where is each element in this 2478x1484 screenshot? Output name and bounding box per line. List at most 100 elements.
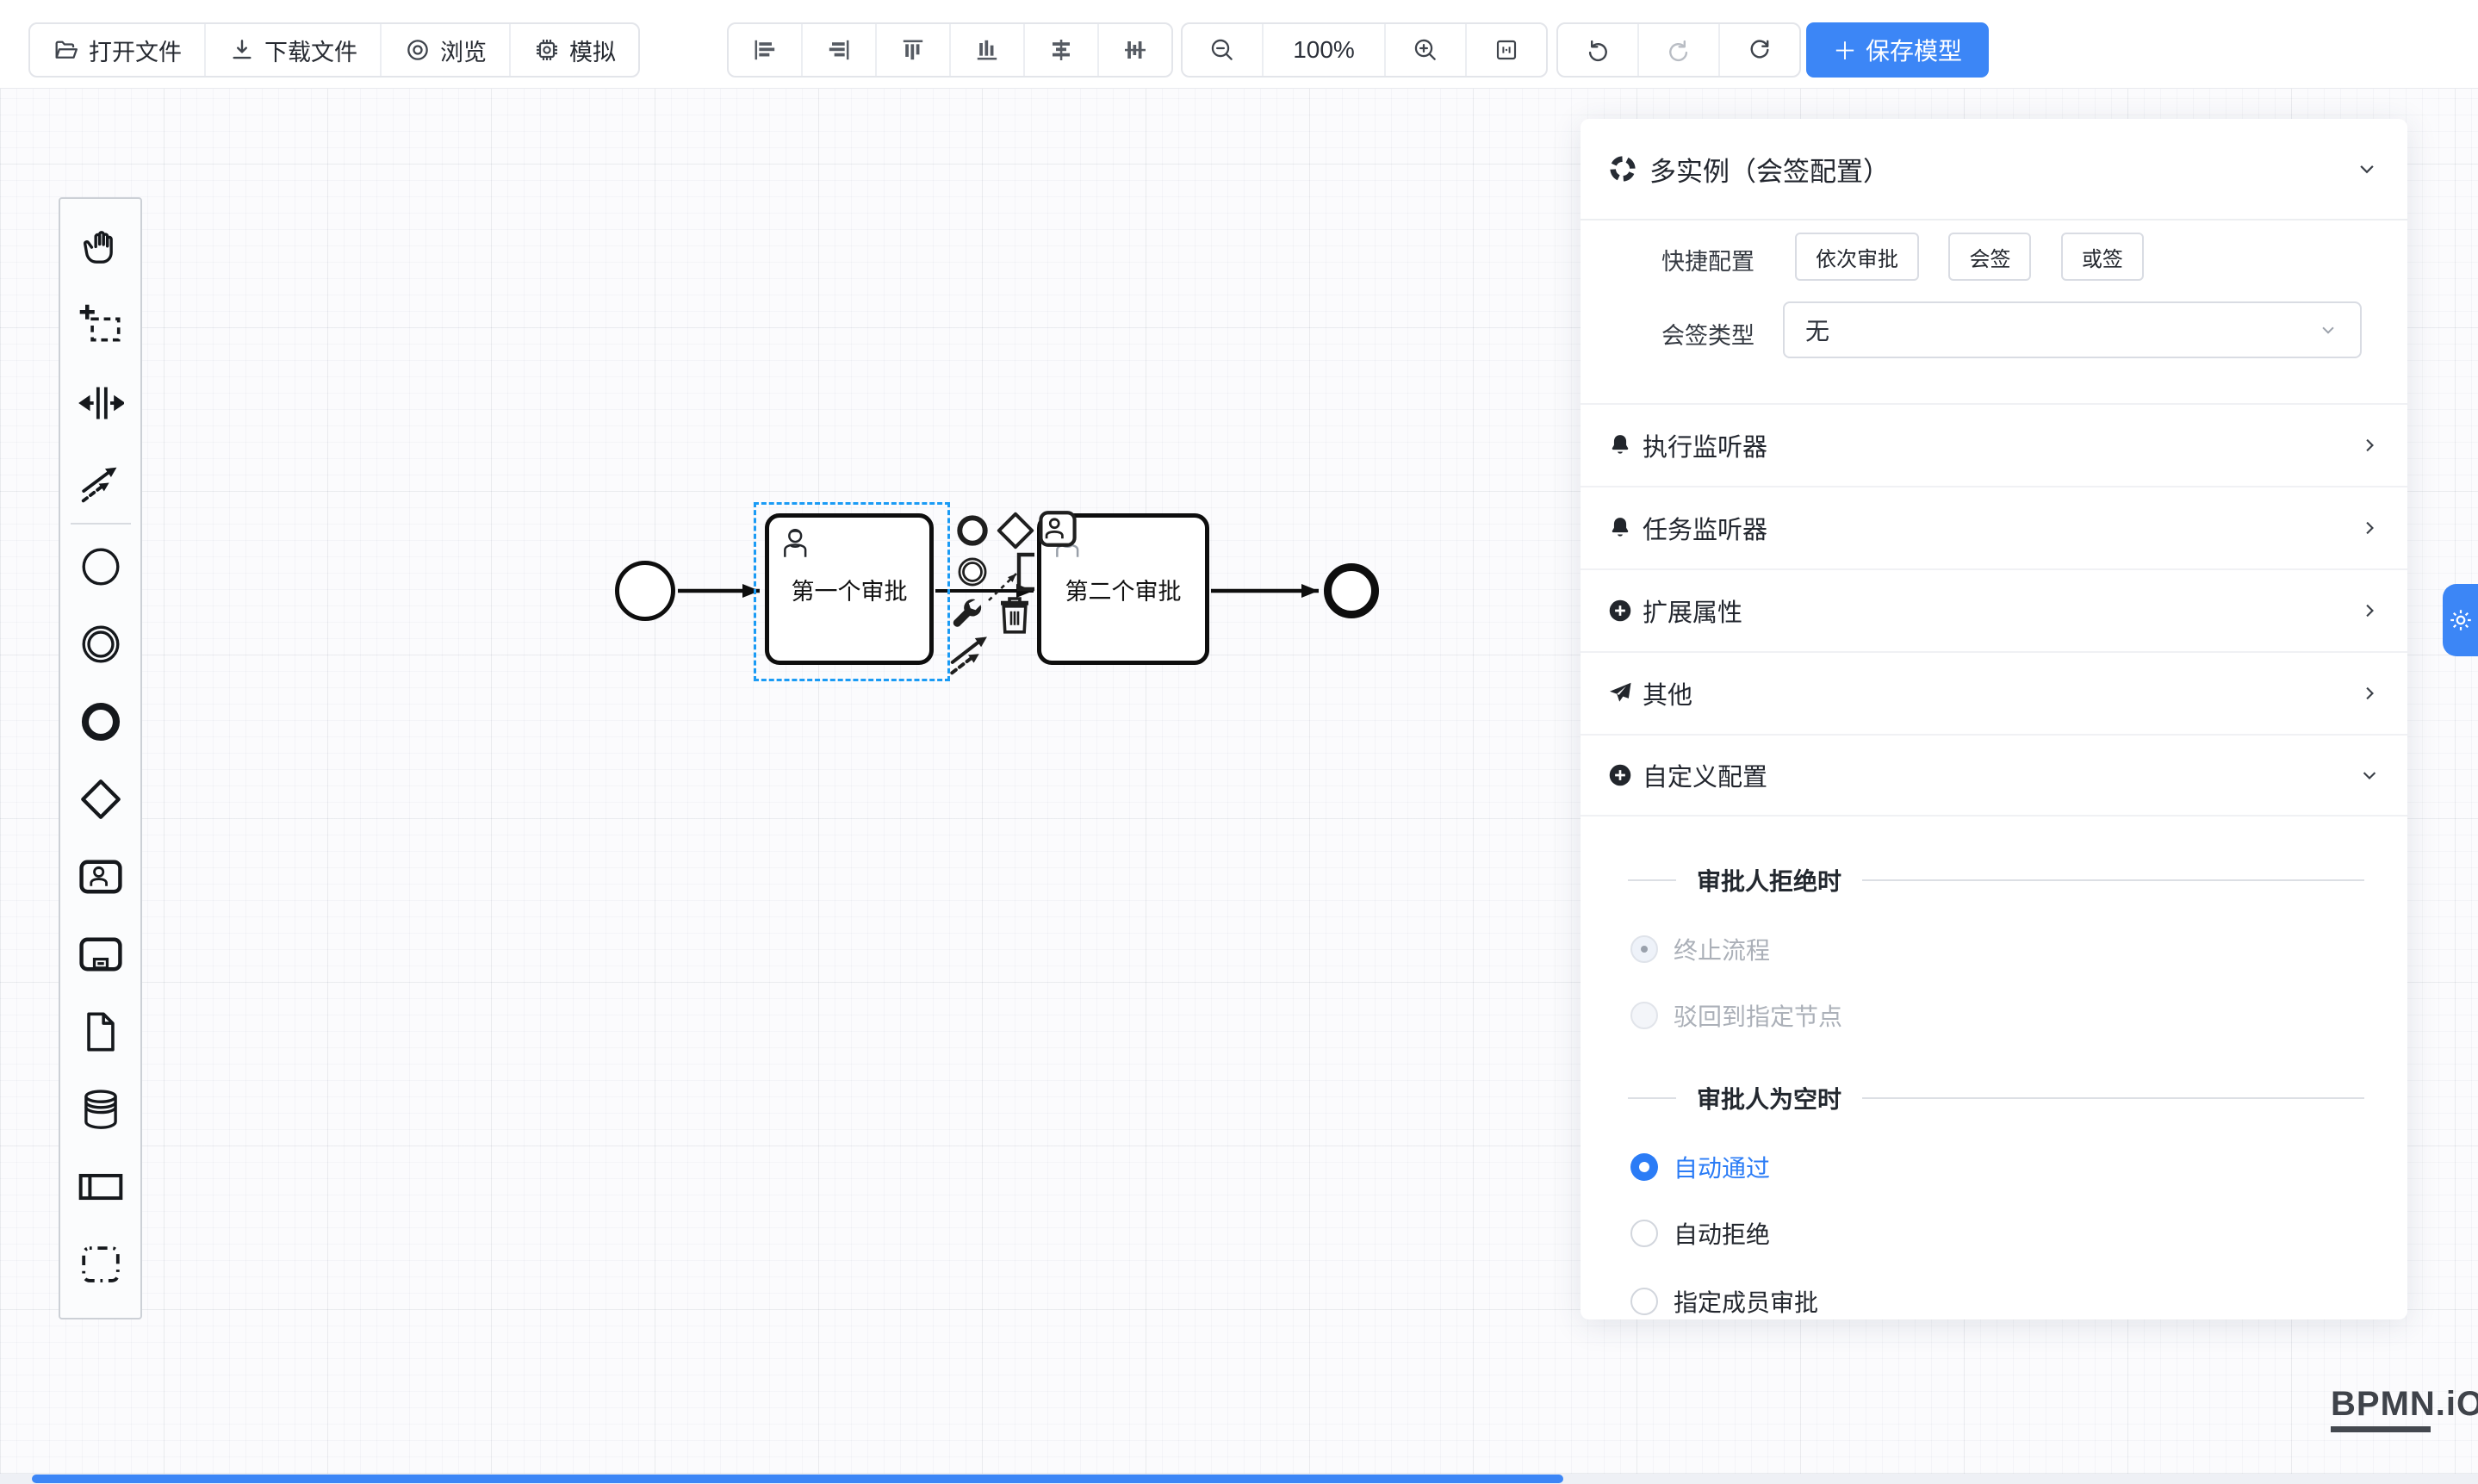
reset-button[interactable] [1718, 24, 1799, 76]
settings-side-tab[interactable] [2443, 584, 2478, 656]
section-extended-properties[interactable]: 扩展属性 [1581, 568, 2407, 651]
user-task-icon [77, 853, 125, 901]
chevron-down-icon [2317, 319, 2339, 341]
align-right-button[interactable] [801, 24, 875, 76]
redo-button[interactable] [1637, 24, 1718, 76]
panel-header-multi-instance[interactable]: 多实例（会签配置） [1581, 119, 2407, 220]
space-tool[interactable] [64, 364, 138, 442]
align-top-icon [899, 36, 927, 64]
toolbar-history-group [1556, 22, 1801, 78]
download-file-label: 下载文件 [264, 34, 357, 67]
align-top-button[interactable] [875, 24, 949, 76]
panel-title: 多实例（会签配置） [1649, 150, 2354, 189]
radio-auto-reject[interactable]: 自动拒绝 [1630, 1216, 1770, 1251]
plus-circle-icon [1606, 597, 1634, 624]
palette-data-store[interactable] [64, 1071, 138, 1148]
bell-icon [1606, 432, 1634, 459]
countersign-type-label: 会签类型 [1599, 317, 1754, 351]
palette-end-event[interactable] [64, 683, 138, 761]
align-bottom-button[interactable] [949, 24, 1023, 76]
zoom-in-button[interactable] [1386, 24, 1465, 76]
chip-icon [533, 36, 561, 64]
zoom-out-button[interactable] [1183, 24, 1262, 76]
reset-icon [1746, 36, 1773, 64]
bell-icon [1606, 514, 1634, 542]
save-model-label: 保存模型 [1866, 33, 1962, 67]
hand-tool[interactable] [64, 209, 138, 287]
radio-circle[interactable] [1630, 1220, 1658, 1247]
append-text-annotation-icon[interactable] [1015, 552, 1037, 592]
bpmn-io-logo-underline [2331, 1426, 2431, 1432]
palette-user-task[interactable] [64, 838, 138, 916]
append-gateway-icon[interactable] [994, 509, 1037, 552]
append-user-task-icon[interactable] [1036, 507, 1079, 550]
radio-label: 自动拒绝 [1674, 1216, 1770, 1251]
append-end-event-icon[interactable] [954, 512, 991, 549]
quick-option-orsign[interactable]: 或签 [2061, 233, 2144, 281]
save-model-button[interactable]: ＋ 保存模型 [1806, 22, 1989, 78]
palette-group[interactable] [64, 1226, 138, 1303]
open-file-label: 打开文件 [89, 34, 182, 67]
radio-circle [1630, 935, 1658, 963]
end-event-node[interactable] [1324, 563, 1379, 618]
palette-subprocess[interactable] [64, 916, 138, 993]
send-icon [1606, 680, 1634, 707]
task-label: 第一个审批 [792, 573, 908, 606]
palette-gateway[interactable] [64, 761, 138, 838]
task-node-first-approval[interactable]: 第一个审批 [765, 513, 934, 665]
radio-label: 自动通过 [1674, 1150, 1770, 1184]
quick-option-sequential[interactable]: 依次审批 [1795, 233, 1919, 281]
quick-option-countersign[interactable]: 会签 [1948, 233, 2031, 281]
connect-tool-icon[interactable] [947, 631, 997, 676]
simulate-button[interactable]: 模拟 [509, 24, 638, 76]
toolbar-align-group [727, 22, 1173, 78]
palette-intermediate-event[interactable] [64, 605, 138, 683]
global-connect-tool[interactable] [64, 442, 138, 519]
section-task-listener[interactable]: 任务监听器 [1581, 486, 2407, 568]
redo-icon [1665, 36, 1692, 64]
lasso-tool[interactable] [64, 287, 138, 364]
radio-auto-pass[interactable]: 自动通过 [1630, 1150, 1770, 1184]
palette-start-event[interactable] [64, 528, 138, 605]
hand-icon [78, 225, 124, 271]
change-type-wrench-icon[interactable] [949, 596, 991, 632]
radio-assign-member[interactable]: 指定成员审批 [1630, 1284, 1818, 1319]
palette-participant-pool[interactable] [64, 1148, 138, 1226]
plus-circle-icon [1606, 761, 1634, 789]
palette-data-object[interactable] [64, 993, 138, 1071]
align-center-horizontal-button[interactable] [1023, 24, 1097, 76]
bpmn-io-watermark[interactable]: BPMN.iO [2331, 1385, 2478, 1432]
align-left-button[interactable] [729, 24, 801, 76]
fit-viewport-button[interactable] [1465, 24, 1546, 76]
section-other[interactable]: 其他 [1581, 651, 2407, 734]
undo-button[interactable] [1558, 24, 1637, 76]
lasso-icon [78, 302, 124, 349]
align-middle-vertical-button[interactable] [1097, 24, 1171, 76]
download-file-button[interactable]: 下载文件 [204, 24, 380, 76]
radio-return-to-node: 驳回到指定节点 [1630, 998, 1842, 1033]
bpmn-io-logo-text: BPMN.iO [2331, 1385, 2478, 1424]
section-custom-config[interactable]: 自定义配置 [1581, 734, 2407, 817]
horizontal-scrollbar-thumb[interactable] [32, 1475, 1563, 1483]
simulate-label: 模拟 [569, 34, 616, 67]
countersign-type-select[interactable]: 无 [1783, 301, 2362, 358]
radio-circle[interactable] [1630, 1153, 1658, 1181]
radio-circle[interactable] [1630, 1288, 1658, 1315]
data-object-icon [78, 1009, 124, 1055]
preview-button[interactable]: 浏览 [380, 24, 509, 76]
connect-arrows-icon [78, 457, 124, 504]
start-event-node[interactable] [615, 561, 675, 621]
align-left-icon [751, 36, 779, 64]
zoom-level-display[interactable]: 100% [1262, 24, 1386, 76]
section-execution-listener[interactable]: 执行监听器 [1581, 403, 2407, 486]
zoom-out-icon [1208, 36, 1236, 64]
download-icon [228, 36, 256, 64]
subprocess-icon [77, 930, 125, 978]
align-bottom-icon [973, 36, 1001, 64]
plus-icon: ＋ [1833, 33, 1857, 67]
append-intermediate-event-icon[interactable] [954, 554, 991, 590]
delete-trash-icon[interactable] [997, 593, 1032, 636]
open-file-button[interactable]: 打开文件 [30, 24, 204, 76]
folder-open-icon [53, 36, 80, 64]
task-label: 第二个审批 [1065, 573, 1182, 606]
